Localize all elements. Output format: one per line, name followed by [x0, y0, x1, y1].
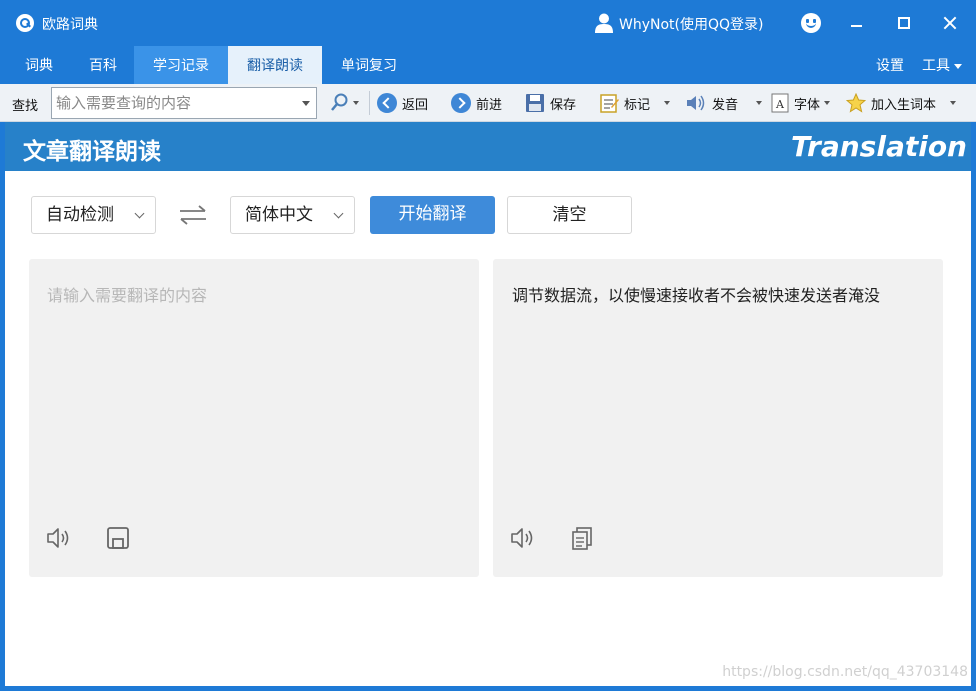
search-label: 查找	[12, 99, 39, 114]
save-button[interactable]: 保存	[525, 90, 576, 116]
add-wordbook-label: 加入生词本	[871, 97, 937, 113]
search-button[interactable]	[331, 90, 359, 116]
search-history-dropdown[interactable]	[302, 101, 310, 106]
forward-button[interactable]: 前进	[451, 90, 502, 116]
page-banner: 文章翻译朗读 Translation	[5, 122, 971, 171]
chevron-down-icon	[353, 101, 359, 105]
tab-study-record[interactable]: 学习记录	[134, 46, 228, 84]
tab-encyclopedia[interactable]: 百科	[72, 46, 134, 84]
tab-word-review[interactable]: 单词复习	[322, 46, 416, 84]
chevron-down-icon	[954, 63, 962, 69]
source-text-input[interactable]	[29, 259, 479, 509]
chevron-down-icon	[134, 208, 145, 219]
chevron-down-icon	[333, 208, 344, 219]
chevron-down-icon	[950, 101, 957, 105]
back-label: 返回	[402, 97, 429, 113]
app-title: 欧路词典	[42, 17, 98, 33]
maximize-icon[interactable]	[894, 13, 914, 33]
pronounce-label: 发音	[712, 97, 739, 113]
save-label: 保存	[550, 97, 577, 113]
swap-languages-icon[interactable]	[178, 204, 208, 226]
mark-label: 标记	[624, 97, 651, 113]
user-name[interactable]: WhyNot(使用QQ登录)	[619, 14, 764, 34]
speaker-icon[interactable]	[509, 525, 535, 551]
settings-menu[interactable]: 设置	[876, 46, 904, 84]
mark-button[interactable]: 标记	[599, 90, 671, 116]
chevron-down-icon	[664, 101, 671, 105]
window-frame-bottom	[0, 686, 976, 691]
forward-icon	[451, 93, 471, 113]
page-title: 文章翻译朗读	[23, 139, 161, 165]
user-icon[interactable]	[595, 13, 613, 33]
tab-dictionary[interactable]: 词典	[8, 46, 70, 84]
target-language-select[interactable]: 简体中文	[230, 196, 355, 234]
main-tabs: 词典 百科 学习记录 翻译朗读 单词复习 设置 工具	[0, 46, 976, 84]
close-icon[interactable]	[940, 13, 960, 33]
page-subtitle: Translation	[791, 130, 967, 163]
tools-menu[interactable]: 工具	[922, 46, 962, 84]
start-translate-button[interactable]: 开始翻译	[370, 196, 495, 234]
font-icon: A	[771, 93, 789, 113]
watermark: https://blog.csdn.net/qq_43703148	[722, 664, 968, 680]
font-button[interactable]: A 字体	[771, 90, 831, 116]
translation-output: 调节数据流，以使慢速接收者不会被快速发送者淹没	[512, 286, 881, 305]
target-language-value: 简体中文	[245, 205, 313, 225]
chevron-down-icon	[756, 101, 763, 105]
star-icon	[846, 93, 866, 113]
smile-icon[interactable]	[801, 13, 821, 33]
title-bar: 欧路词典 WhyNot(使用QQ登录)	[0, 0, 976, 46]
back-icon	[377, 93, 397, 113]
tools-label: 工具	[922, 58, 950, 74]
minimize-icon[interactable]	[847, 13, 867, 33]
add-wordbook-button[interactable]: 加入生词本	[846, 90, 957, 116]
notepad-icon	[600, 94, 619, 113]
chevron-down-icon	[824, 101, 831, 105]
search-icon	[331, 93, 348, 111]
source-language-select[interactable]: 自动检测	[31, 196, 156, 234]
search-input[interactable]	[52, 88, 292, 118]
floppy-disk-icon	[526, 94, 544, 112]
input-panel	[29, 259, 479, 577]
search-box[interactable]	[51, 87, 317, 119]
pronounce-button[interactable]: 发音	[685, 90, 763, 116]
divider	[369, 91, 370, 115]
font-label: 字体	[794, 97, 821, 113]
app-logo-icon	[16, 14, 34, 32]
back-button[interactable]: 返回	[377, 90, 428, 116]
output-panel: 调节数据流，以使慢速接收者不会被快速发送者淹没	[493, 259, 943, 577]
forward-label: 前进	[476, 97, 503, 113]
tab-translate-read[interactable]: 翻译朗读	[228, 46, 322, 84]
source-language-value: 自动检测	[46, 205, 114, 225]
toolbar: 查找 返回 前进 保存 标记	[0, 84, 976, 122]
speaker-icon	[687, 95, 705, 111]
copy-icon[interactable]	[569, 525, 595, 551]
clear-button[interactable]: 清空	[507, 196, 632, 234]
svg-text:A: A	[775, 98, 785, 111]
save-icon[interactable]	[105, 525, 131, 551]
speaker-icon[interactable]	[45, 525, 71, 551]
window-frame-right	[971, 122, 976, 691]
